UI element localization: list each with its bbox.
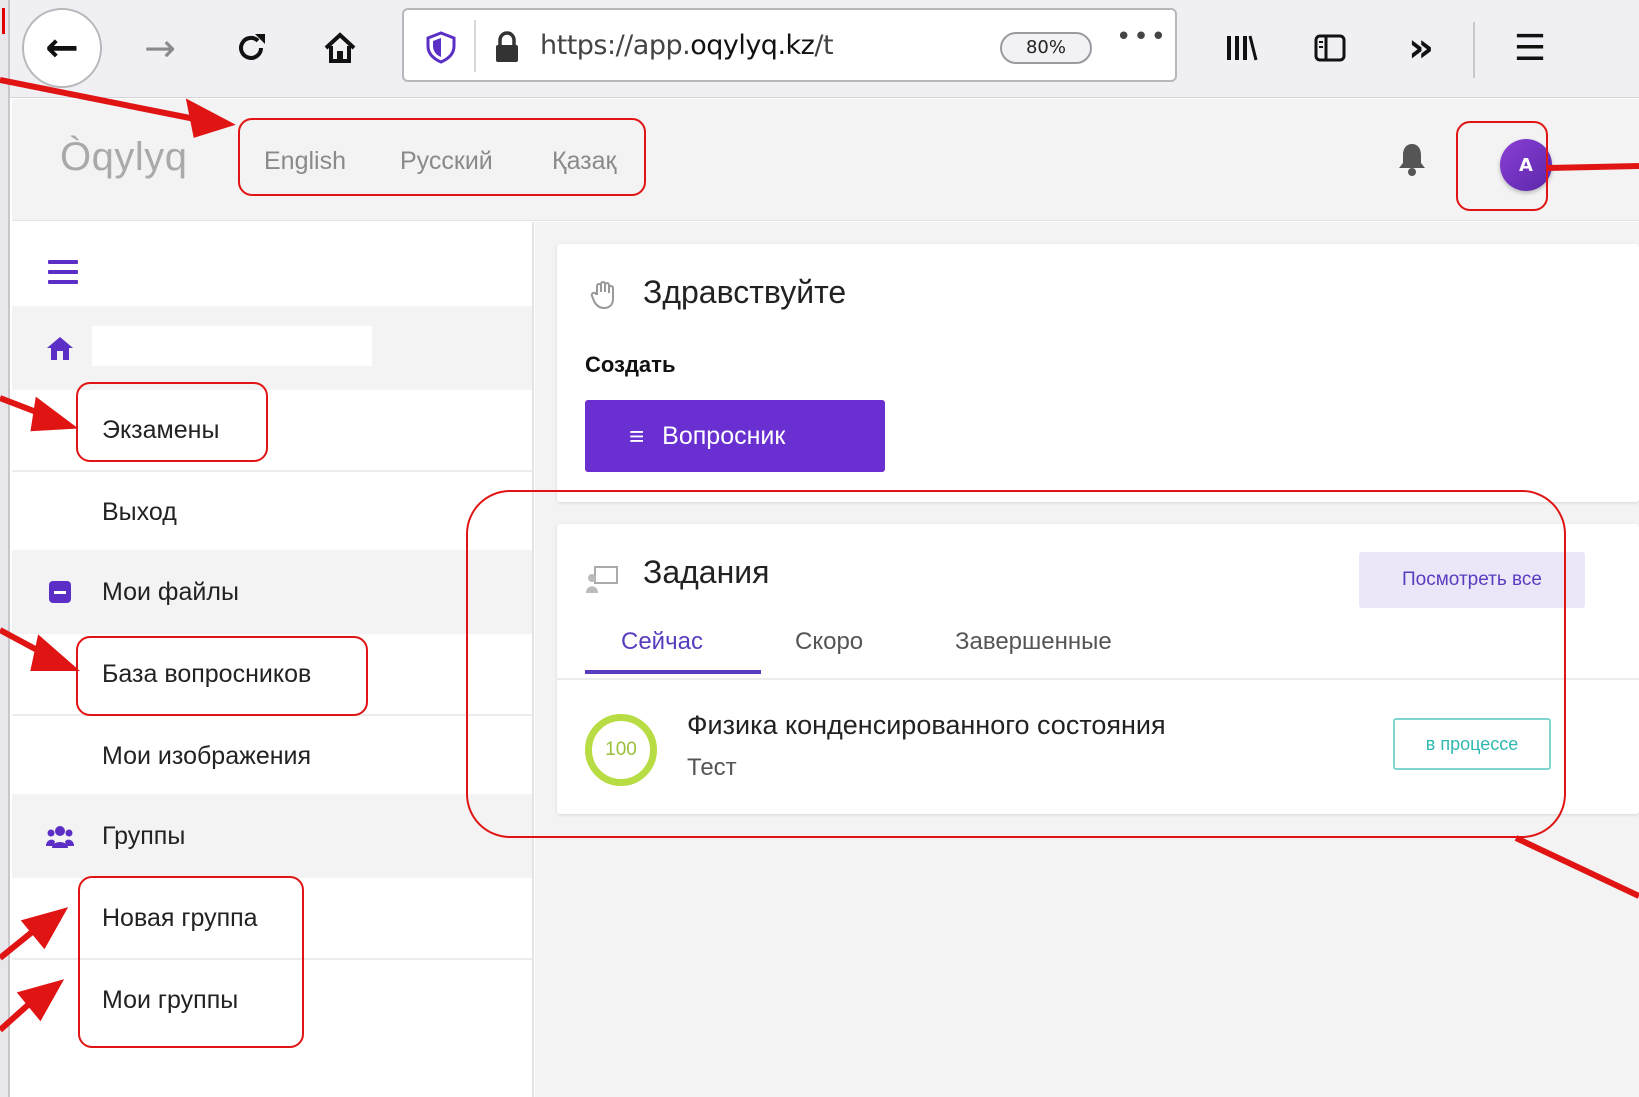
sidebar-item-label: Мои файлы [102,577,239,606]
app-logo[interactable]: Òqylyq [60,135,188,180]
sidebar-item-home[interactable] [12,306,532,390]
tab-completed[interactable]: Завершенные [955,628,1112,656]
folder-icon [49,581,71,603]
sidebar-item-label: Мои группы [102,985,239,1014]
menu-icon: ☰ [1513,27,1547,69]
library-button[interactable] [1216,20,1266,76]
lang-kazakh[interactable]: Қазақ [552,147,617,176]
browser-toolbar: ← → https://app.oqylyq.kz/t 80% ••• » ☰ [0,0,1639,98]
sidebar-icon [1314,34,1346,62]
presentation-icon [586,566,618,593]
greeting-title: Здравствуйте [643,274,847,310]
create-label: Создать [585,352,676,377]
url-text[interactable]: https://app.oqylyq.kz/t [540,30,834,61]
sidebar-item-label: Экзамены [102,415,220,444]
library-icon [1227,35,1258,61]
task-name[interactable]: Физика конденсированного состояния [687,710,1166,741]
home-icon [47,337,73,360]
active-tab-indicator [585,670,761,674]
sidebar-item-new-group[interactable]: Новая группа [12,876,532,960]
user-avatar[interactable]: A [1500,139,1552,191]
bell-icon[interactable] [1396,141,1428,177]
sidebar-toggle[interactable] [48,260,78,284]
address-separator [474,20,476,72]
toolbar-separator [1473,22,1475,78]
back-button[interactable]: ← [22,8,102,88]
list-icon: ≡ [629,420,645,451]
lock-icon[interactable] [492,30,522,64]
sidebar-item-label: Группы [102,821,186,850]
home-icon [324,32,356,63]
redacted-label [92,326,372,366]
tab-soon[interactable]: Скоро [795,628,863,656]
sidebar-toggle-button[interactable] [1305,20,1355,76]
sidebar-item-my-images[interactable]: Мои изображения [12,714,532,798]
sidebar-item-exams[interactable]: Экзамены [12,388,532,472]
reload-icon [239,34,265,60]
sidebar-item-label: Мои изображения [102,741,312,770]
zoom-level-badge[interactable]: 80% [1000,32,1092,64]
sidebar-item-label: База вопросников [102,659,312,688]
greeting-card: Здравствуйте Создать ≡ Вопросник [557,244,1639,502]
task-item[interactable]: 100 Физика конденсированного состояния Т… [557,680,1639,814]
task-type: Тест [687,754,737,781]
sidebar: Экзамены Выход Мои файлы База вопроснико… [12,222,534,1097]
tracking-shield-icon[interactable] [424,30,458,64]
progress-ring: 100 [585,714,657,786]
sidebar-item-question-bank[interactable]: База вопросников [12,632,532,716]
page-actions-menu[interactable]: ••• [1116,22,1168,52]
arrow-left-icon: ← [45,25,79,71]
create-quiz-label: Вопросник [662,421,786,450]
tasks-card: Задания Посмотреть все Сейчас Скоро Заве… [557,524,1639,814]
reload-button[interactable] [226,20,276,76]
app-header: Òqylyq English Русский Қазақ A [12,99,1639,221]
window-left-edge [0,0,10,1097]
forward-button[interactable]: → [135,20,185,76]
sidebar-item-label: Выход [102,497,177,526]
lang-russian[interactable]: Русский [400,147,493,176]
lang-english[interactable]: English [264,147,346,176]
hand-icon [590,281,614,310]
overflow-menu-button[interactable]: » [1393,20,1449,76]
home-button[interactable] [312,20,368,76]
sidebar-item-my-groups[interactable]: Мои группы [12,958,532,1042]
hamburger-line [48,260,78,264]
sidebar-item-label: Новая группа [102,903,258,932]
hamburger-line [48,280,78,284]
create-quiz-button[interactable]: ≡ Вопросник [585,400,885,472]
hamburger-line [48,270,78,274]
tasks-title: Задания [643,554,770,590]
status-badge: в процессе [1393,718,1551,770]
view-all-button[interactable]: Посмотреть все [1359,552,1585,608]
address-bar[interactable]: https://app.oqylyq.kz/t 80% ••• [402,8,1177,82]
red-edge-mark [2,8,5,34]
tab-now[interactable]: Сейчас [621,628,703,656]
sidebar-item-logout[interactable]: Выход [12,470,532,554]
sidebar-item-groups[interactable]: Группы [12,794,532,878]
arrow-right-icon: → [144,26,176,70]
app-menu-button[interactable]: ☰ [1502,20,1558,76]
main-content: Здравствуйте Создать ≡ Вопросник Задания… [535,222,1639,1097]
double-chevron-icon: » [1408,25,1434,71]
users-icon [46,826,74,848]
sidebar-item-my-files[interactable]: Мои файлы [12,550,532,634]
